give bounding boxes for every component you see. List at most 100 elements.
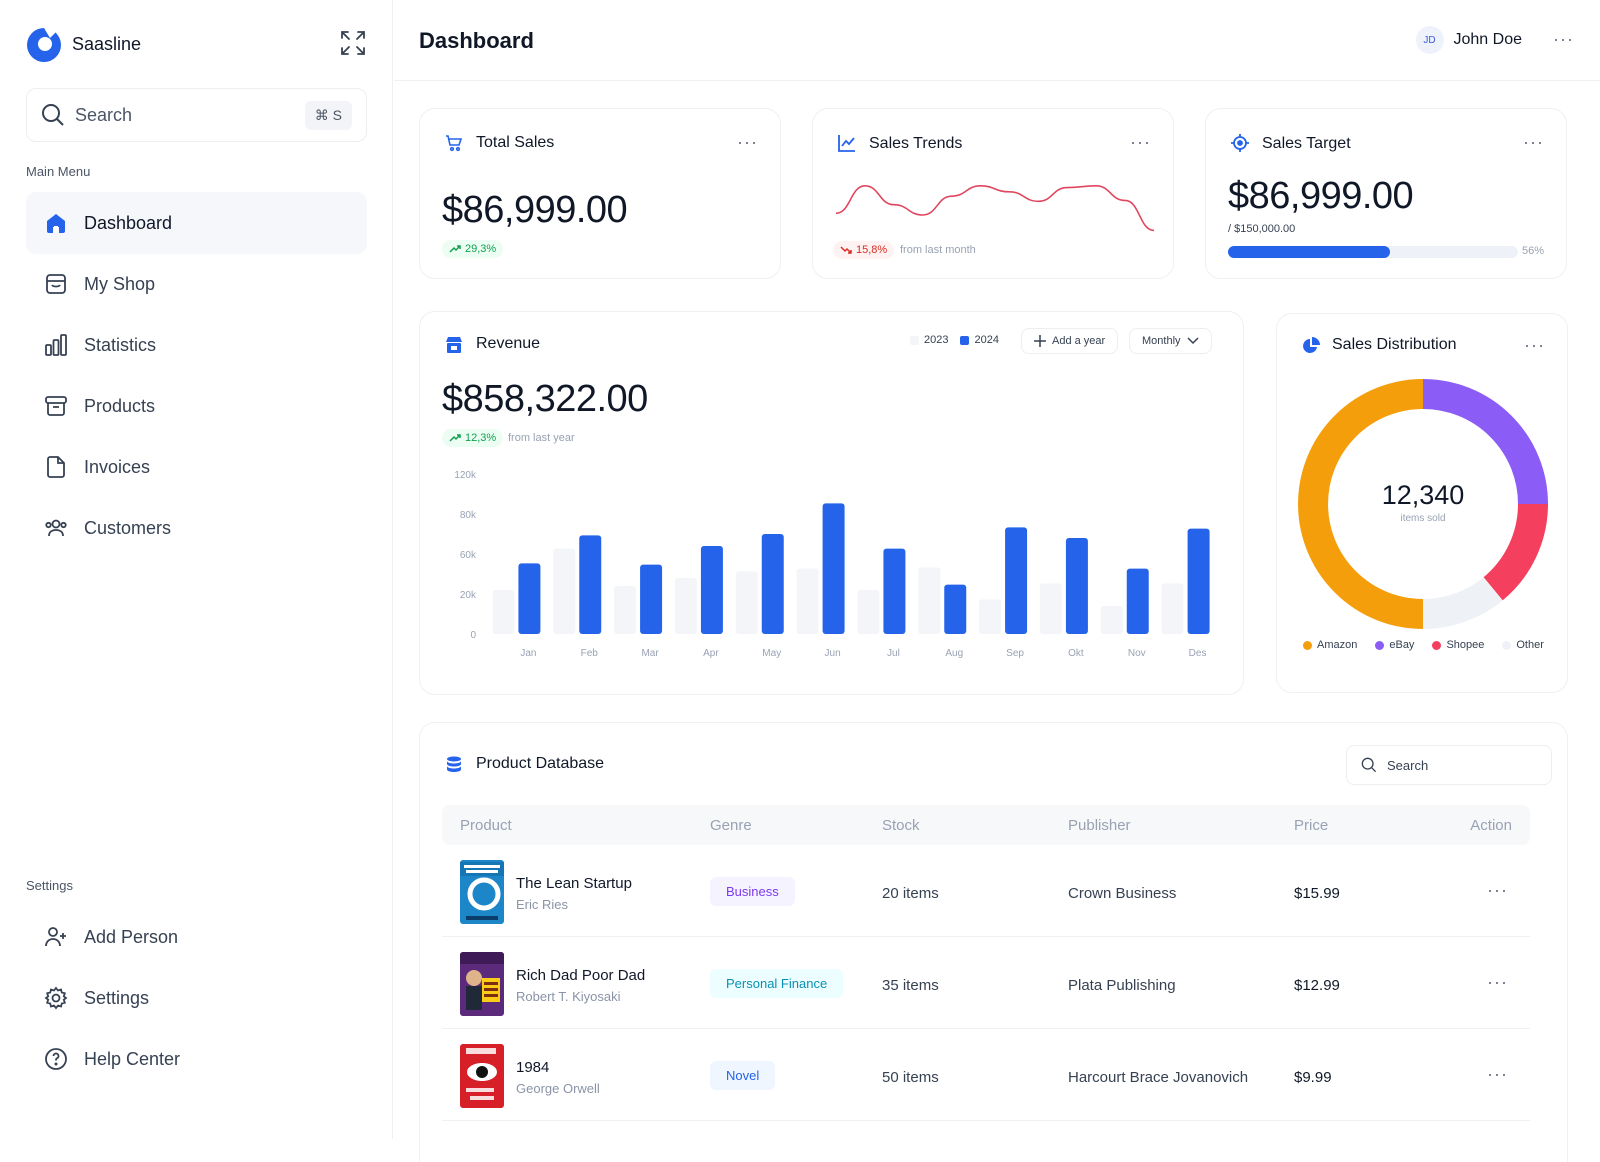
sales-trend-chart bbox=[835, 185, 1155, 232]
bar-2023-jul[interactable] bbox=[857, 590, 880, 634]
card-title: Total Sales bbox=[476, 134, 555, 151]
user-menu[interactable]: JD John Doe bbox=[1415, 26, 1522, 54]
x-tick-label: Apr bbox=[703, 648, 719, 659]
stock-cell: 50 items bbox=[882, 1069, 939, 1086]
genre-badge: Novel bbox=[710, 1061, 776, 1090]
sales-trends-card: Sales Trends ··· 15,8% from last month bbox=[812, 108, 1174, 279]
x-tick-label: Des bbox=[1189, 648, 1207, 659]
bar-2023-nov[interactable] bbox=[1100, 606, 1123, 634]
distribution-legend: Amazon eBay Shopee Other bbox=[1303, 639, 1544, 651]
file-icon bbox=[47, 456, 65, 478]
bar-2024-apr[interactable] bbox=[700, 546, 723, 634]
add-year-button[interactable]: Add a year bbox=[1021, 328, 1119, 354]
chevron-down-icon bbox=[1187, 337, 1199, 345]
table-row[interactable]: Rich Dad Poor Dad Robert T. Kiyosaki Per… bbox=[442, 937, 1530, 1029]
row-actions-icon[interactable]: ··· bbox=[1487, 881, 1508, 899]
sidebar-item-products[interactable]: Products bbox=[26, 375, 367, 437]
sidebar-item-label: Customers bbox=[84, 517, 172, 538]
bar-2024-aug[interactable] bbox=[944, 584, 967, 634]
row-actions-icon[interactable]: ··· bbox=[1487, 1065, 1508, 1083]
card-title: Sales Target bbox=[1262, 135, 1351, 152]
help-icon bbox=[45, 1048, 67, 1070]
x-tick-label: Aug bbox=[945, 648, 963, 659]
column-header-action[interactable]: Action bbox=[1470, 817, 1512, 834]
more-options-icon[interactable]: ··· bbox=[1130, 133, 1151, 151]
search-icon bbox=[42, 104, 64, 126]
bar-2023-sep[interactable] bbox=[979, 599, 1002, 634]
total-sales-value: $86,999.00 bbox=[442, 189, 628, 231]
bar-2023-apr[interactable] bbox=[674, 578, 697, 634]
more-options-icon[interactable]: ··· bbox=[1553, 30, 1574, 48]
product-name: The Lean Startup bbox=[516, 875, 632, 892]
sidebar-search[interactable]: Search ⌘ S bbox=[26, 88, 367, 142]
bar-2024-may[interactable] bbox=[761, 534, 784, 634]
sidebar-item-dashboard[interactable]: Dashboard bbox=[26, 192, 367, 254]
legend-label: Amazon bbox=[1317, 639, 1358, 651]
search-shortcut: ⌘ S bbox=[304, 100, 352, 130]
more-options-icon[interactable]: ··· bbox=[737, 133, 758, 151]
trend-up-icon bbox=[449, 245, 461, 253]
bar-2023-jan[interactable] bbox=[492, 590, 515, 634]
legend-2023[interactable]: 2023 bbox=[910, 334, 948, 346]
bar-2024-jul[interactable] bbox=[883, 548, 906, 634]
more-options-icon[interactable]: ··· bbox=[1524, 336, 1545, 354]
expand-icon[interactable] bbox=[340, 30, 366, 56]
column-header-publisher[interactable]: Publisher bbox=[1068, 817, 1131, 834]
legend-amazon: Amazon bbox=[1303, 639, 1357, 651]
product-search-input[interactable]: Search bbox=[1346, 745, 1552, 785]
legend-dot bbox=[1502, 640, 1512, 650]
total-sales-card: Total Sales ··· $86,999.00 29,3% bbox=[419, 108, 781, 279]
sidebar-item-label: Statistics bbox=[84, 334, 157, 355]
app-logo[interactable]: Saasline bbox=[26, 26, 141, 62]
bar-2024-sep[interactable] bbox=[1005, 527, 1028, 634]
column-header-stock[interactable]: Stock bbox=[882, 817, 920, 834]
bar-2024-jun[interactable] bbox=[822, 503, 845, 634]
x-tick-label: Jan bbox=[520, 648, 536, 659]
search-label: Search bbox=[75, 104, 133, 125]
bar-2023-aug[interactable] bbox=[918, 567, 941, 634]
pie-chart-icon bbox=[1303, 337, 1320, 353]
row-actions-icon[interactable]: ··· bbox=[1487, 973, 1508, 991]
more-options-icon[interactable]: ··· bbox=[1523, 133, 1544, 151]
bar-2024-jan[interactable] bbox=[518, 563, 541, 634]
bar-2024-okt[interactable] bbox=[1065, 538, 1088, 634]
sidebar-item-settings[interactable]: Settings bbox=[26, 967, 367, 1029]
bar-2023-jun[interactable] bbox=[796, 568, 819, 634]
bar-2023-feb[interactable] bbox=[553, 548, 576, 634]
legend-other: Other bbox=[1502, 639, 1544, 651]
sidebar-item-label: Products bbox=[84, 395, 156, 416]
column-header-genre[interactable]: Genre bbox=[710, 817, 752, 834]
legend-swatch bbox=[910, 335, 919, 345]
table-row[interactable]: The Lean Startup Eric Ries Business 20 i… bbox=[442, 845, 1530, 937]
product-database-card: Product Database Search Product Genre St… bbox=[419, 722, 1568, 1162]
bar-2023-des[interactable] bbox=[1161, 583, 1184, 634]
bar-2024-nov[interactable] bbox=[1126, 568, 1149, 634]
table-row[interactable]: 1984 George Orwell Novel 50 items Harcou… bbox=[442, 1029, 1530, 1121]
sidebar-item-my-shop[interactable]: My Shop bbox=[26, 253, 367, 315]
sidebar-item-help-center[interactable]: Help Center bbox=[26, 1028, 367, 1090]
column-header-product[interactable]: Product bbox=[460, 817, 512, 834]
period-select[interactable]: Monthly bbox=[1129, 328, 1212, 354]
card-title: Product Database bbox=[476, 755, 605, 772]
target-amount: / $150,000.00 bbox=[1228, 223, 1296, 235]
y-tick-label: 120k bbox=[454, 470, 477, 481]
bar-2024-mar[interactable] bbox=[640, 564, 663, 634]
column-header-price[interactable]: Price bbox=[1294, 817, 1328, 834]
bar-2024-des[interactable] bbox=[1187, 528, 1210, 634]
sidebar-item-statistics[interactable]: Statistics bbox=[26, 314, 367, 376]
sidebar-item-invoices[interactable]: Invoices bbox=[26, 436, 367, 498]
main-content: Dashboard JD John Doe ··· Total Sales ··… bbox=[394, 0, 1600, 1162]
target-progress-bar bbox=[1228, 246, 1518, 258]
change-badge: 29,3% bbox=[442, 240, 504, 258]
sidebar-item-customers[interactable]: Customers bbox=[26, 497, 367, 559]
bar-2023-may[interactable] bbox=[735, 571, 758, 634]
sidebar-item-add-person[interactable]: Add Person bbox=[26, 906, 367, 968]
bar-2023-okt[interactable] bbox=[1039, 583, 1062, 634]
bar-2023-mar[interactable] bbox=[614, 586, 637, 634]
x-tick-label: Jun bbox=[825, 648, 841, 659]
sidebar-item-label: Add Person bbox=[84, 926, 179, 947]
legend-2024[interactable]: 2024 bbox=[960, 334, 999, 346]
slice-other[interactable] bbox=[1422, 576, 1503, 629]
sales-target-value: $86,999.00 bbox=[1228, 175, 1414, 217]
bar-2024-feb[interactable] bbox=[579, 535, 602, 634]
